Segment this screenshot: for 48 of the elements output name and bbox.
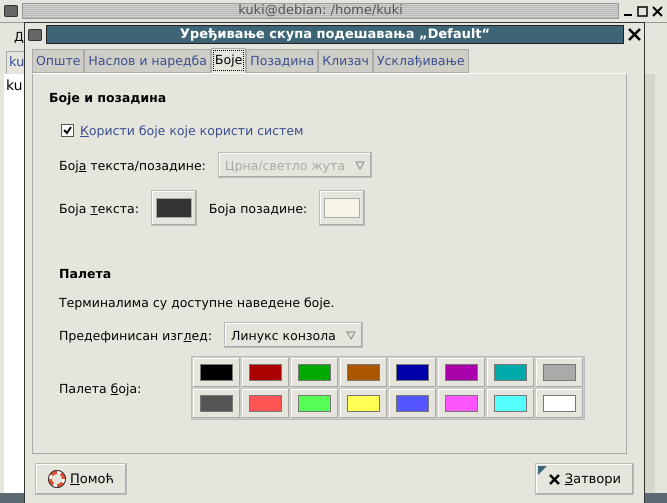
field-label: Боја позадине:: [208, 200, 308, 216]
dropdown-arrow-icon: [346, 330, 356, 340]
close-icon: [548, 472, 561, 486]
close-icon[interactable]: [652, 6, 663, 16]
window-title: kuki@debian: /home/kuki: [22, 3, 619, 19]
palette-color-button[interactable]: [339, 357, 388, 388]
field-label: Предефинисан изглед:: [59, 328, 212, 342]
terminal-text: ku: [6, 78, 23, 94]
maximize-icon[interactable]: [637, 6, 648, 16]
dialog-title: Уређивање скупа подешавања „Default“: [46, 25, 624, 44]
section-heading: Палета: [59, 266, 112, 281]
dropdown-arrow-icon: [354, 160, 365, 170]
window-icon: [4, 5, 18, 17]
palette-color-button[interactable]: [535, 388, 584, 419]
palette-color-button[interactable]: [290, 388, 340, 419]
preset-dropdown[interactable]: Линукс конзола: [224, 322, 363, 348]
palette-color-button[interactable]: [486, 388, 536, 419]
field-label: Палета боја:: [59, 380, 142, 396]
checkbox[interactable]: [61, 124, 74, 137]
palette-color-button[interactable]: [388, 388, 438, 419]
menu-item[interactable]: Д: [14, 28, 24, 44]
palette-color-button[interactable]: [535, 357, 584, 388]
window-icon: [28, 28, 42, 40]
palette-color-button[interactable]: [437, 388, 486, 419]
tab[interactable]: Опште: [32, 49, 84, 73]
palette-color-button[interactable]: [192, 357, 242, 388]
lifebuoy-icon: [48, 470, 66, 488]
tab[interactable]: Наслов и наредба: [84, 49, 211, 73]
section-heading: Боје и позадина: [49, 90, 168, 105]
tab[interactable]: Клизач: [318, 49, 373, 73]
palette-note: Терминалима су доступне наведене боје.: [59, 295, 334, 310]
field-label: Боја текста:: [59, 200, 139, 216]
palette-color-button[interactable]: [192, 388, 242, 419]
checkbox-label[interactable]: Користи боје које користи систем: [80, 123, 304, 138]
palette-color-button[interactable]: [339, 388, 388, 419]
palette-color-button[interactable]: [241, 388, 290, 419]
palette-color-button[interactable]: [290, 357, 340, 388]
palette-color-button[interactable]: [241, 357, 290, 388]
tab[interactable]: Боје: [210, 48, 246, 73]
close-button[interactable]: Затвори: [534, 463, 634, 495]
palette-color-button[interactable]: [388, 357, 438, 388]
tab[interactable]: Позадина: [246, 49, 318, 73]
tab[interactable]: Усклађивање: [372, 49, 469, 73]
close-icon[interactable]: [628, 28, 641, 41]
help-button[interactable]: Помоћ: [35, 463, 127, 495]
palette-color-button[interactable]: [486, 357, 536, 388]
palette-color-button[interactable]: [437, 357, 486, 388]
field-label: Боја текста/позадине:: [59, 158, 206, 172]
